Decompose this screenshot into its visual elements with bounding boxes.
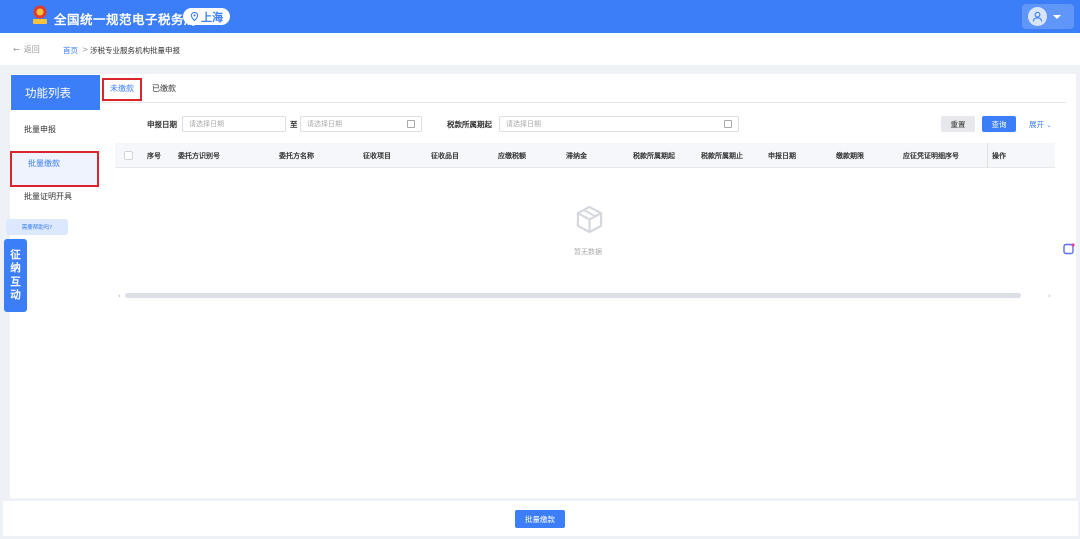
back-label: 返回 bbox=[23, 45, 40, 54]
user-menu[interactable] bbox=[1022, 4, 1074, 29]
column-header: 征收项目 bbox=[363, 152, 391, 160]
tabs-divider bbox=[101, 102, 1066, 103]
sidebar-item-batch-declare[interactable]: 批量申报 bbox=[24, 124, 56, 135]
column-divider bbox=[987, 143, 988, 168]
select-all-checkbox[interactable] bbox=[124, 151, 133, 160]
declare-date-label: 申报日期 bbox=[147, 120, 177, 129]
expand-button[interactable]: 展开 ⌄ bbox=[1029, 119, 1051, 130]
calendar-icon bbox=[724, 120, 732, 128]
column-header: 税款所属期起 bbox=[633, 152, 675, 160]
user-icon bbox=[1032, 11, 1043, 22]
column-header: 序号 bbox=[147, 152, 161, 160]
empty-box-icon bbox=[576, 205, 603, 234]
chevron-down-icon: ⌄ bbox=[1046, 122, 1052, 129]
placeholder: 请选择日期 bbox=[307, 120, 342, 128]
expand-label: 展开 bbox=[1029, 120, 1044, 129]
column-header: 应征凭证明细序号 bbox=[903, 152, 959, 160]
tab-unpaid[interactable]: 未缴款 bbox=[110, 83, 134, 94]
column-header: 滞纳金 bbox=[566, 152, 587, 160]
chevron-down-icon bbox=[1053, 14, 1061, 19]
region-selector[interactable]: 上海 bbox=[183, 8, 230, 25]
column-header: 委托方名称 bbox=[279, 152, 314, 160]
query-button[interactable]: 查询 bbox=[982, 116, 1016, 132]
arrow-left-icon: ← bbox=[13, 45, 20, 54]
breadcrumb-current: 涉税专业服务机构批量申报 bbox=[90, 46, 180, 55]
column-header: 委托方识别号 bbox=[178, 152, 220, 160]
sidebar-item-batch-certificate[interactable]: 批量证明开具 bbox=[24, 191, 72, 202]
horizontal-scrollbar[interactable] bbox=[125, 293, 1021, 298]
feedback-icon[interactable] bbox=[1063, 243, 1075, 255]
content-area: 未缴款 已缴款 bbox=[101, 74, 1076, 498]
reset-button[interactable]: 重置 bbox=[941, 116, 975, 132]
column-header: 申报日期 bbox=[768, 152, 796, 160]
top-bar: 全国统一规范电子税务局 上海 bbox=[0, 0, 1080, 33]
help-bubble[interactable]: 需要帮助吗? bbox=[6, 219, 68, 235]
breadcrumb-separator: > bbox=[82, 45, 89, 54]
interact-char: 纳 bbox=[10, 262, 21, 274]
column-header: 征收品目 bbox=[431, 152, 459, 160]
location-pin-icon bbox=[190, 12, 199, 21]
tab-paid[interactable]: 已缴款 bbox=[152, 83, 176, 94]
scroll-right-icon[interactable]: › bbox=[1048, 292, 1051, 300]
scroll-left-icon[interactable]: ‹ bbox=[118, 292, 121, 300]
column-header: 应缴税额 bbox=[498, 152, 526, 160]
avatar bbox=[1028, 7, 1047, 26]
interact-char: 征 bbox=[10, 248, 21, 261]
batch-pay-button[interactable]: 批量缴款 bbox=[515, 510, 565, 528]
breadcrumb-home[interactable]: 首页 bbox=[63, 45, 78, 56]
date-range-to: 至 bbox=[290, 120, 298, 129]
tax-emblem-icon bbox=[33, 5, 47, 24]
site-title: 全国统一规范电子税务局 bbox=[54, 12, 198, 27]
declare-date-start-input[interactable]: 请选择日期 bbox=[182, 116, 286, 132]
sidebar-title: 功能列表 bbox=[11, 75, 100, 110]
column-header: 操作 bbox=[992, 152, 1006, 160]
column-header: 税款所属期止 bbox=[701, 152, 743, 160]
column-header: 缴款期限 bbox=[836, 152, 864, 160]
back-button[interactable]: ← 返回 bbox=[13, 44, 40, 55]
placeholder: 请选择日期 bbox=[506, 120, 541, 128]
empty-state-text: 暂无数据 bbox=[574, 248, 602, 256]
placeholder: 请选择日期 bbox=[189, 120, 224, 128]
tax-period-start-input[interactable]: 请选择日期 bbox=[499, 116, 739, 132]
tax-period-start-label: 税款所属期起 bbox=[447, 120, 492, 129]
interact-char: 互 bbox=[10, 275, 21, 288]
interact-char: 动 bbox=[10, 289, 21, 301]
calendar-icon bbox=[407, 120, 415, 128]
highlight-box-sidebar bbox=[10, 151, 99, 187]
declare-date-end-input[interactable]: 请选择日期 bbox=[300, 116, 422, 132]
interact-float-button[interactable]: 征 纳 互 动 bbox=[4, 239, 27, 312]
region-label: 上海 bbox=[201, 10, 223, 24]
breadcrumb: ← 返回 首页 > 涉税专业服务机构批量申报 bbox=[0, 33, 1080, 65]
